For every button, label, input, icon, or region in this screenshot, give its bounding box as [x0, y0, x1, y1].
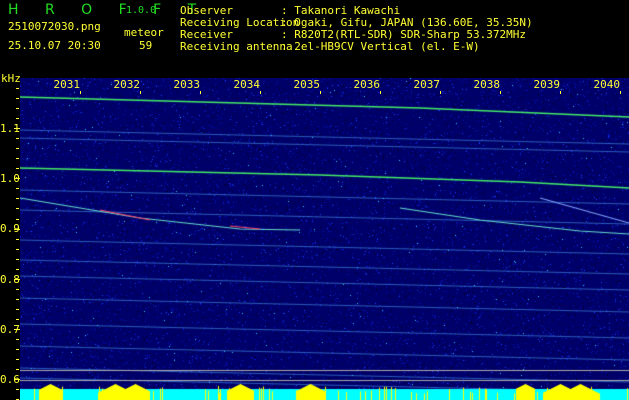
x-tick [140, 91, 141, 94]
x-tick [500, 91, 501, 94]
x-tick-label: 2038 [473, 78, 501, 91]
y-tick [16, 118, 19, 119]
datetime: 25.10.07 20:30 [8, 39, 101, 52]
y-tick [16, 108, 19, 109]
x-tick [260, 91, 261, 94]
info-value: : 2el-HB9CV Vertical (el. E-W) [281, 40, 480, 53]
y-tick [16, 299, 19, 300]
y-tick-label: 1.1 [0, 122, 20, 135]
y-tick [16, 88, 19, 89]
y-tick [16, 158, 19, 159]
x-tick-label: 2040 [593, 78, 621, 91]
info-label: Receiving antenna [180, 40, 293, 53]
y-tick [16, 309, 19, 310]
x-tick-label: 2031 [53, 78, 81, 91]
file-name: 2510072030.png [8, 20, 101, 33]
y-tick [14, 178, 20, 179]
y-tick [16, 148, 19, 149]
x-tick [620, 91, 621, 94]
x-tick-label: 2032 [113, 78, 141, 91]
y-tick [14, 229, 20, 230]
x-tick-label: 2037 [413, 78, 441, 91]
y-tick-label: 1.0 [0, 172, 20, 186]
x-tick-label: 2036 [353, 78, 381, 91]
spectrogram [20, 78, 629, 400]
app-version: 1.0.0 [126, 5, 157, 16]
y-tick [16, 369, 19, 370]
y-tick [14, 279, 20, 280]
y-tick [16, 168, 19, 169]
y-tick [16, 389, 19, 390]
app-logo: H R O F F T [8, 2, 208, 18]
y-tick [16, 239, 19, 240]
y-tick [16, 249, 19, 250]
y-tick [16, 208, 19, 209]
y-tick [16, 138, 19, 139]
y-tick [16, 359, 19, 360]
y-tick [16, 188, 19, 189]
meteor-count: 59 [139, 39, 153, 52]
y-tick [16, 259, 19, 260]
x-tick [440, 91, 441, 94]
y-tick [14, 379, 20, 380]
x-tick-label: 2034 [233, 78, 261, 91]
y-tick [16, 198, 19, 199]
x-tick [320, 91, 321, 94]
y-tick [16, 319, 19, 320]
x-tick-label: 2035 [293, 78, 321, 91]
y-unit-label: kHz [1, 72, 21, 85]
y-tick [16, 98, 19, 99]
x-tick [200, 91, 201, 94]
meteor-label: meteor [124, 26, 164, 39]
x-tick-label: 2039 [533, 78, 561, 91]
y-tick [16, 339, 19, 340]
y-tick-label: 0.6 [0, 373, 20, 386]
y-tick [16, 219, 19, 220]
y-tick [16, 349, 19, 350]
y-tick [16, 269, 19, 270]
y-tick [14, 128, 20, 129]
x-tick [560, 91, 561, 94]
x-tick [380, 91, 381, 94]
x-tick [80, 91, 81, 94]
x-tick-label: 2033 [173, 78, 201, 91]
y-tick [16, 289, 19, 290]
y-tick [14, 329, 20, 330]
